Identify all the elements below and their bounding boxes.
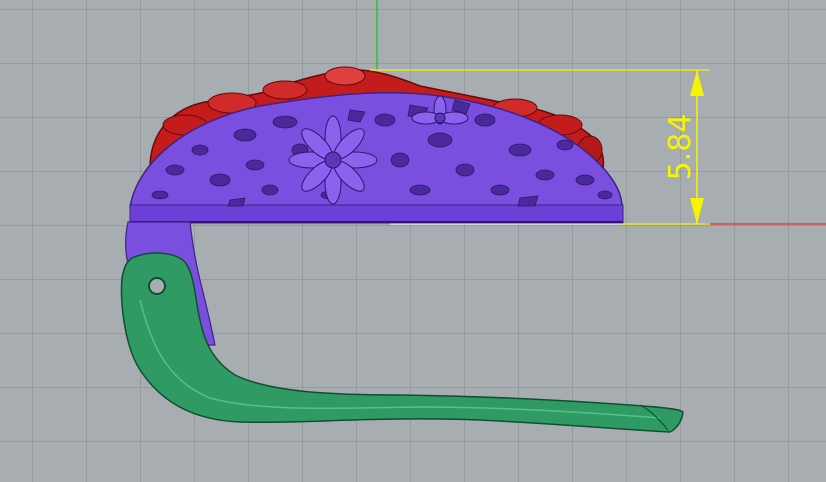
ring-shank[interactable] bbox=[120, 221, 684, 433]
dimension-value: 5.84 bbox=[663, 114, 698, 181]
triangle-arrow-icon bbox=[690, 198, 704, 224]
shank-hole bbox=[148, 277, 166, 295]
triangle-arrow-icon bbox=[690, 70, 704, 96]
viewport-canvas[interactable]: 5.84 bbox=[0, 0, 826, 482]
rhino-front-viewport[interactable]: 5.84 bbox=[0, 0, 826, 482]
